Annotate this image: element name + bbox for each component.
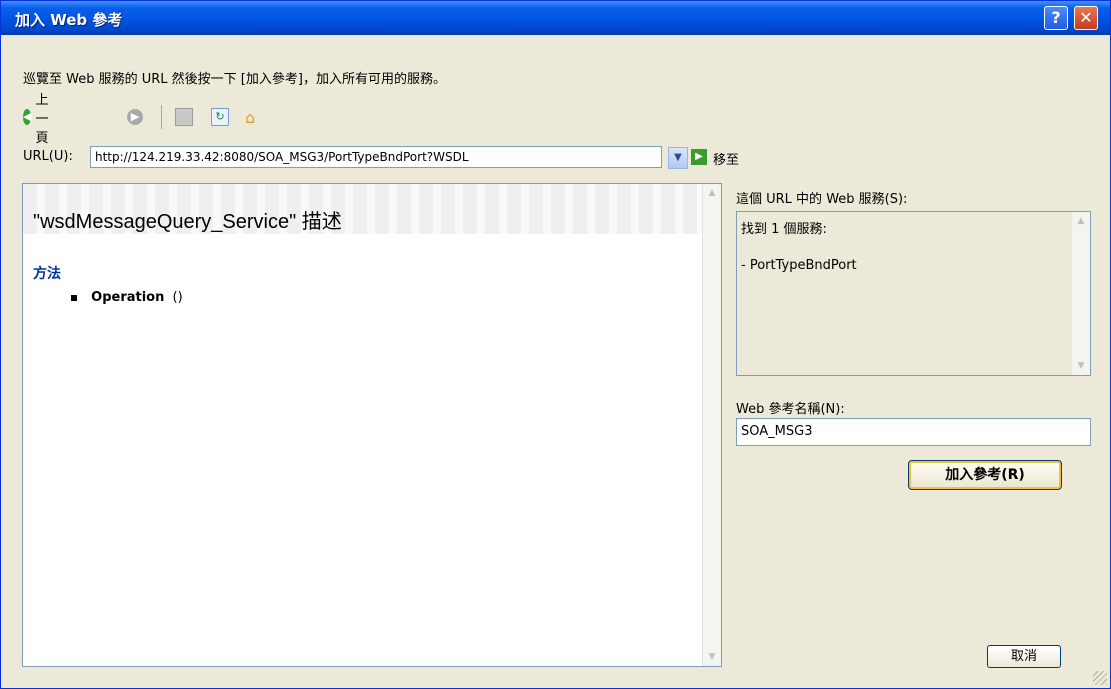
home-icon: ⌂ <box>245 107 256 127</box>
resize-grip[interactable] <box>1093 671 1107 685</box>
scroll-up-icon[interactable]: ▲ <box>704 185 720 201</box>
refresh-icon: ↻ <box>211 108 229 126</box>
scroll-up-icon[interactable]: ▲ <box>1073 213 1089 229</box>
forward-button[interactable]: ▶ <box>127 105 143 129</box>
bullet-icon <box>71 294 77 301</box>
cancel-button[interactable]: 取消 <box>987 645 1061 668</box>
scroll-down-icon[interactable]: ▼ <box>1073 358 1089 374</box>
service-description-pane[interactable]: "wsdMessageQuery_Service" 描述 方法 Operatio… <box>22 183 722 667</box>
stop-button[interactable] <box>175 105 193 129</box>
reference-name-label: Web 參考名稱(N): <box>736 402 845 417</box>
reference-name-input[interactable]: SOA_MSG3 <box>736 418 1091 446</box>
instruction-text: 巡覽至 Web 服務的 URL 然後按一下 [加入參考]，加入所有可用的服務。 <box>23 72 446 87</box>
chevron-down-icon: ▼ <box>674 152 682 163</box>
method-list-item: Operation () <box>71 290 183 305</box>
back-arrow-icon: ◀ <box>23 109 32 125</box>
home-button[interactable]: ⌂ <box>245 105 255 129</box>
add-web-reference-dialog: 加入 Web 參考 ? ✕ 巡覽至 Web 服務的 URL 然後按一下 [加入參… <box>0 0 1111 689</box>
url-dropdown-button[interactable]: ▼ <box>668 147 688 169</box>
services-list[interactable]: 找到 1 個服務: - PortTypeBndPort ▲ ▼ <box>736 211 1091 376</box>
back-label: 上一頁 <box>35 92 49 146</box>
services-label: 這個 URL 中的 Web 服務(S): <box>736 192 908 207</box>
methods-heading: 方法 <box>33 266 61 282</box>
forward-arrow-icon: ▶ <box>127 109 143 125</box>
toolbar-separator <box>161 105 162 129</box>
stop-icon <box>175 108 193 126</box>
services-scrollbar[interactable]: ▲ ▼ <box>1072 212 1090 375</box>
help-button[interactable]: ? <box>1044 6 1068 30</box>
go-button[interactable]: 移至 <box>713 149 739 168</box>
back-button[interactable]: ◀ 上一頁 <box>23 93 56 146</box>
method-link[interactable]: Operation <box>91 290 164 305</box>
title-bar[interactable]: 加入 Web 參考 ? ✕ <box>1 1 1110 35</box>
description-scrollbar[interactable]: ▲ ▼ <box>702 184 721 666</box>
method-signature: () <box>172 290 183 305</box>
close-button[interactable]: ✕ <box>1074 6 1098 30</box>
refresh-button[interactable]: ↻ <box>211 105 229 129</box>
services-found-text: 找到 1 個服務: <box>741 222 827 237</box>
service-list-item: - PortTypeBndPort <box>741 258 857 273</box>
scroll-down-icon[interactable]: ▼ <box>704 649 720 665</box>
go-icon[interactable]: ▶ <box>691 149 707 165</box>
service-title: "wsdMessageQuery_Service" 描述 <box>33 211 342 233</box>
url-input[interactable]: http://124.219.33.42:8080/SOA_MSG3/PortT… <box>90 146 662 168</box>
url-label: URL(U): <box>23 149 73 164</box>
add-reference-button[interactable]: 加入參考(R) <box>908 460 1062 490</box>
window-title: 加入 Web 參考 <box>15 11 123 29</box>
